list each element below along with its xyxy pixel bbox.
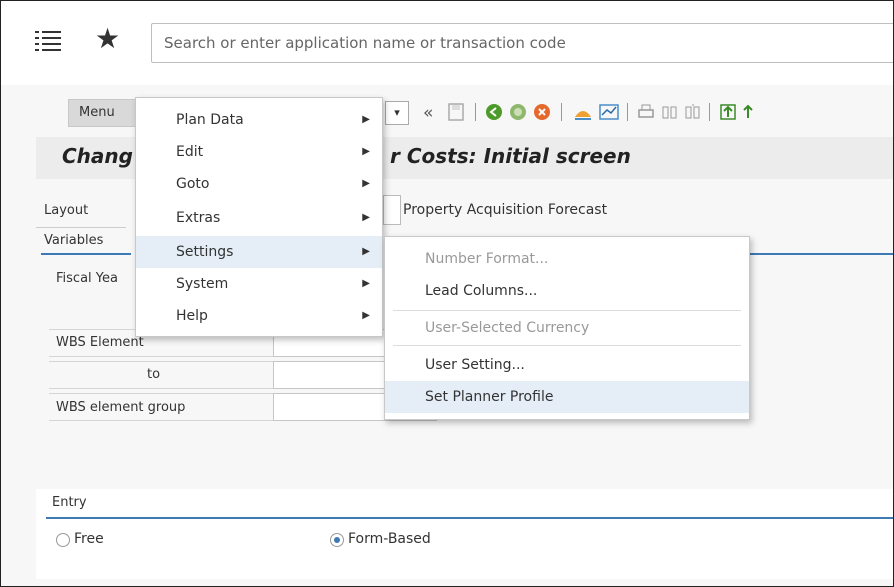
chevron-right-icon: ▶ — [362, 212, 370, 223]
menu-item-label: Plan Data — [176, 112, 244, 128]
cancel-icon[interactable] — [533, 103, 551, 121]
wbs-element-label: WBS Element — [56, 335, 144, 350]
chevron-right-icon: ▶ — [362, 310, 370, 321]
submenu-item-user-setting[interactable]: User Setting... — [385, 349, 749, 381]
submenu-item-label: User Setting... — [425, 357, 525, 373]
variables-section-line-right — [746, 253, 893, 255]
menu-list-icon[interactable] — [35, 29, 61, 51]
graphic-icon[interactable] — [573, 103, 593, 121]
toolbar-separator — [709, 103, 710, 121]
find-icon[interactable] — [661, 103, 679, 121]
menu-item-label: Help — [176, 308, 208, 324]
find-next-icon[interactable] — [684, 103, 702, 121]
submenu-separator — [393, 345, 741, 346]
submenu-separator — [393, 310, 741, 311]
menu-item-label: Settings — [176, 244, 234, 260]
radio-free[interactable] — [56, 533, 70, 547]
submenu-item-lead-columns[interactable]: Lead Columns... — [385, 275, 749, 307]
variables-section-line — [41, 253, 131, 255]
menu-item-edit[interactable]: Edit ▶ — [136, 136, 382, 168]
exit-icon[interactable] — [509, 103, 527, 121]
wbs-to-row — [49, 361, 273, 389]
chevron-right-icon: ▶ — [362, 246, 370, 257]
radio-form-based[interactable] — [330, 533, 344, 547]
page-title-start: Chang — [62, 144, 133, 168]
radio-free-label[interactable]: Free — [74, 531, 104, 547]
radio-form-based-label[interactable]: Form-Based — [348, 531, 431, 547]
sap-window: ★ Menu ▾ « Chang r Costs: Initial screen… — [0, 0, 894, 587]
submenu-item-set-planner-profile[interactable]: Set Planner Profile — [385, 381, 749, 413]
previous-page-icon[interactable] — [741, 103, 755, 121]
svg-text:«: « — [423, 103, 433, 121]
submenu-item-label: User-Selected Currency — [425, 320, 590, 336]
chevron-right-icon: ▶ — [362, 114, 370, 125]
layout-divider — [36, 227, 126, 228]
layout-value: Property Acquisition Forecast — [403, 202, 608, 218]
command-search-field[interactable] — [151, 23, 893, 63]
search-input[interactable] — [152, 24, 893, 62]
entry-label: Entry — [52, 495, 87, 510]
menu-item-plan-data[interactable]: Plan Data ▶ — [136, 104, 382, 136]
submenu-item-label: Set Planner Profile — [425, 389, 554, 405]
menu-item-extras[interactable]: Extras ▶ — [136, 202, 382, 234]
variables-label: Variables — [44, 233, 104, 248]
toolbar-separator — [627, 103, 628, 121]
layout-field[interactable] — [383, 195, 401, 225]
menu-item-label: Edit — [176, 144, 204, 160]
to-label: to — [147, 367, 161, 382]
favorites-star-icon[interactable]: ★ — [95, 23, 120, 55]
page-title-end: r Costs: Initial screen — [390, 144, 631, 168]
menu-item-help[interactable]: Help ▶ — [136, 300, 382, 332]
save-icon[interactable] — [448, 103, 464, 121]
chevron-right-icon: ▶ — [362, 178, 370, 189]
entry-section: Entry Free Form-Based — [36, 489, 893, 579]
chart-icon[interactable] — [599, 103, 619, 121]
menu-item-label: Extras — [176, 210, 221, 226]
wbs-element-to-field[interactable] — [273, 361, 385, 389]
entry-section-line — [46, 517, 893, 519]
shell-bar: ★ — [1, 1, 893, 85]
submenu-item-user-selected-currency[interactable]: User-Selected Currency — [385, 312, 749, 344]
main-menu-dropdown: Plan Data ▶ Edit ▶ Goto ▶ Extras ▶ Setti… — [135, 97, 383, 337]
submenu-item-number-format[interactable]: Number Format... — [385, 243, 749, 275]
chevron-right-icon: ▶ — [362, 146, 370, 157]
menu-item-label: System — [176, 276, 229, 292]
menu-item-goto[interactable]: Goto ▶ — [136, 168, 382, 200]
toolbar-separator — [475, 103, 476, 121]
toolbar-separator — [561, 103, 562, 121]
menu-button[interactable]: Menu — [68, 99, 138, 127]
print-icon[interactable] — [637, 103, 655, 121]
settings-submenu: Number Format... Lead Columns... User-Se… — [384, 236, 750, 420]
menu-item-settings[interactable]: Settings ▶ — [136, 236, 382, 268]
menu-item-label: Goto — [176, 176, 210, 192]
menu-item-system[interactable]: System ▶ — [136, 268, 382, 300]
first-page-icon[interactable] — [719, 103, 737, 121]
back-double-arrow-icon[interactable]: « — [423, 103, 439, 121]
layout-label: Layout — [44, 203, 89, 218]
fiscal-year-label: Fiscal Yea — [56, 271, 118, 286]
submenu-item-label: Lead Columns... — [425, 283, 538, 299]
back-icon[interactable] — [485, 103, 503, 121]
chevron-down-icon[interactable]: ▾ — [385, 101, 409, 125]
chevron-right-icon: ▶ — [362, 278, 370, 289]
wbs-group-label: WBS element group — [56, 400, 186, 415]
submenu-item-label: Number Format... — [425, 251, 549, 267]
